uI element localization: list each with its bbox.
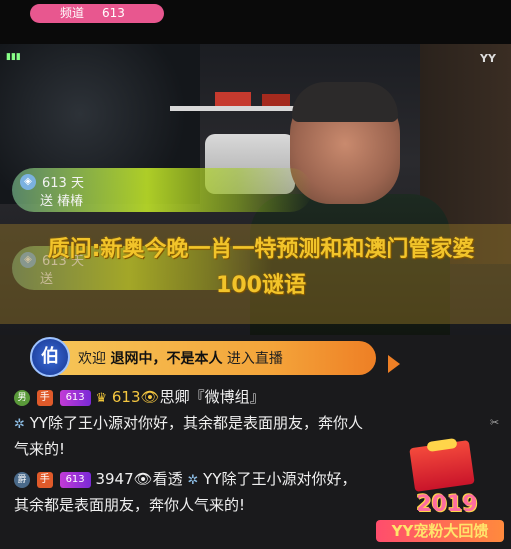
gift-banner: ◈ 613 天 送 椿椿 bbox=[12, 168, 312, 212]
signal-icon: ▮▮▮ bbox=[6, 52, 21, 62]
chat-username[interactable]: 看透 bbox=[153, 470, 183, 488]
gift-badge-icon: ◈ bbox=[20, 174, 36, 190]
channel-label: 频道 bbox=[60, 6, 85, 20]
welcome-suffix: 进入直播 bbox=[226, 351, 283, 367]
chat-username[interactable]: 思卿『微博组』 bbox=[160, 388, 265, 406]
hand-badge: 手 bbox=[36, 389, 53, 406]
noble-avatar: 伯 bbox=[30, 337, 70, 377]
level-badge: 613 bbox=[59, 389, 91, 406]
promo-year: 2019 bbox=[416, 492, 478, 517]
eye-icon: 👁 bbox=[133, 470, 153, 488]
crown-value: 3947 bbox=[95, 470, 134, 488]
promo-title: YY宠粉大回馈 bbox=[376, 520, 504, 542]
headline-title: 质问:新奥今晚一肖一特预测和和澳门管家婆100谜语 bbox=[47, 237, 475, 298]
crown-value: 613 bbox=[111, 388, 141, 406]
scissors-icon[interactable]: ✂ bbox=[490, 416, 499, 429]
background-shelf bbox=[170, 106, 310, 111]
channel-pill[interactable]: 频道 613 bbox=[30, 4, 164, 23]
top-bar: 频道 613 bbox=[0, 0, 511, 44]
gear-icon: ✲ bbox=[14, 417, 25, 432]
gift-banner-line2: 送 椿椿 bbox=[40, 194, 84, 209]
channel-number: 613 bbox=[102, 6, 125, 20]
shelf-box bbox=[215, 92, 251, 106]
eye-icon: 👁 bbox=[140, 388, 160, 406]
welcome-text: 欢迎 退网中，不是本人 进入直播 bbox=[78, 348, 283, 368]
level-badge: 613 bbox=[59, 471, 91, 488]
welcome-user[interactable]: 退网中，不是本人 bbox=[110, 351, 222, 367]
noble-badge: 男 bbox=[14, 389, 30, 406]
shelf-box bbox=[262, 94, 290, 106]
chat-text: YY除了王小源对你好，其余都是表面朋友，奔你人气来的! bbox=[14, 414, 364, 458]
chevron-right-icon bbox=[388, 355, 400, 373]
welcome-prefix: 欢迎 bbox=[78, 351, 106, 367]
noble-badge: 爵 bbox=[14, 471, 30, 488]
gift-banner-line1: 613 天 bbox=[42, 176, 84, 191]
promo-badge[interactable]: 2019 YY宠粉大回馈 bbox=[372, 437, 511, 549]
chat-message: 爵 手 613 3947👁看透 ✲ YY除了王小源对你好，其余都是表面朋友，奔你… bbox=[14, 467, 359, 517]
gear-icon: ✲ bbox=[187, 473, 199, 488]
hand-badge: 手 bbox=[36, 471, 53, 488]
crown-icon: ♛ bbox=[95, 391, 108, 406]
yy-watermark: YY bbox=[480, 52, 496, 65]
streamer-hair bbox=[292, 82, 398, 122]
chat-message: 男 手 613 ♛ 613👁思卿『微博组』 ✲ YY除了王小源对你好，其余都是表… bbox=[14, 385, 374, 461]
